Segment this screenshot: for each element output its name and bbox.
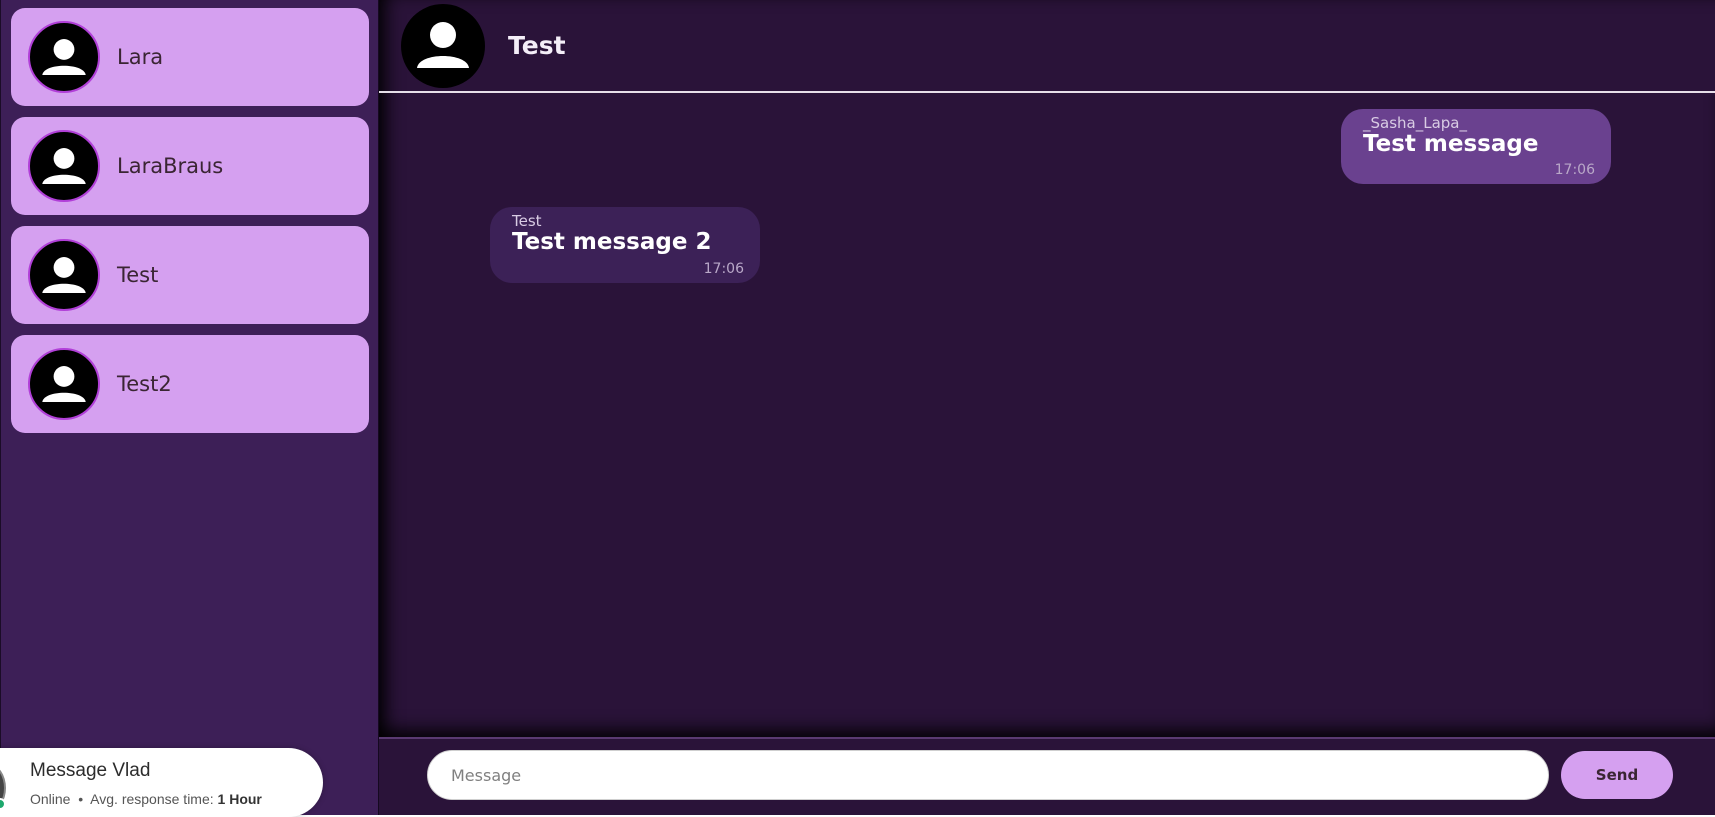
widget-response-label: Avg. response time: bbox=[90, 791, 214, 807]
user-avatar-icon bbox=[28, 239, 100, 311]
contact-item-lara[interactable]: Lara bbox=[11, 8, 369, 106]
message-text: Test message bbox=[1363, 131, 1539, 157]
message-text: Test message 2 bbox=[512, 229, 712, 255]
message-bubble-outgoing: _Sasha_Lapa_ Test message 17:06 bbox=[1341, 109, 1611, 184]
messenger-app: Lara LaraBraus Test Test2 Test _Sasha_La… bbox=[0, 0, 1715, 815]
contact-name: Lara bbox=[117, 45, 164, 69]
widget-subtitle: Online • Avg. response time: 1 Hour bbox=[30, 791, 262, 807]
contacts-sidebar: Lara LaraBraus Test Test2 bbox=[0, 0, 379, 815]
chat-avatar-icon bbox=[401, 3, 485, 88]
message-bubble-incoming: Test Test message 2 17:06 bbox=[490, 207, 760, 283]
message-sender: Test bbox=[512, 212, 542, 230]
contact-item-larabraus[interactable]: LaraBraus bbox=[11, 117, 369, 215]
widget-status: Online bbox=[30, 791, 71, 807]
message-time: 17:06 bbox=[1554, 162, 1595, 178]
contact-item-test2[interactable]: Test2 bbox=[11, 335, 369, 433]
send-button[interactable]: Send bbox=[1561, 751, 1673, 799]
message-time: 17:06 bbox=[703, 261, 744, 277]
chat-title: Test bbox=[508, 31, 566, 60]
widget-title: Message Vlad bbox=[30, 760, 151, 781]
message-sender: _Sasha_Lapa_ bbox=[1363, 114, 1467, 132]
online-status-dot-icon bbox=[0, 798, 6, 810]
message-composer: Send bbox=[379, 737, 1715, 815]
message-list: _Sasha_Lapa_ Test message 17:06 Test Tes… bbox=[379, 95, 1715, 737]
message-vlad-widget[interactable]: Message Vlad Online • Avg. response time… bbox=[0, 748, 323, 817]
user-avatar-icon bbox=[28, 21, 100, 93]
contact-item-test[interactable]: Test bbox=[11, 226, 369, 324]
user-avatar-icon bbox=[28, 130, 100, 202]
contact-name: LaraBraus bbox=[117, 154, 224, 178]
chat-panel: Test _Sasha_Lapa_ Test message 17:06 Tes… bbox=[379, 0, 1715, 815]
chat-header: Test bbox=[379, 0, 1715, 93]
widget-response-value: 1 Hour bbox=[217, 791, 262, 807]
contact-name: Test bbox=[117, 263, 159, 287]
contact-name: Test2 bbox=[117, 372, 172, 396]
user-avatar-icon bbox=[28, 348, 100, 420]
message-input[interactable] bbox=[427, 750, 1549, 800]
widget-separator: • bbox=[78, 791, 84, 807]
